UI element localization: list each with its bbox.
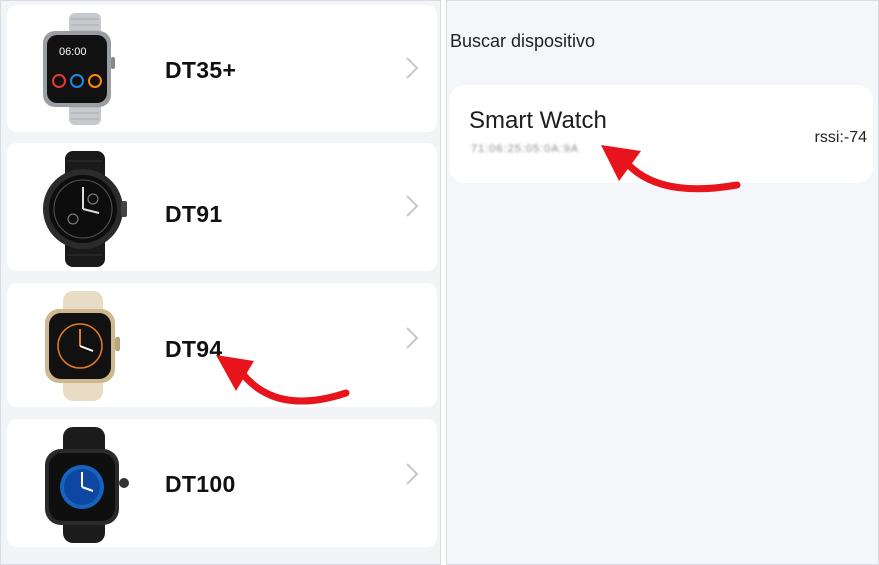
device-search-panel: Buscar dispositivo Smart Watch 71:06:25:… — [446, 0, 879, 565]
mesh-strap-square-watch-icon: 06:00 — [43, 13, 115, 125]
device-name: DT35+ — [165, 57, 237, 83]
chevron-right-icon — [406, 195, 419, 217]
round-black-watch-icon — [43, 151, 127, 267]
result-device-rssi: rssi:-74 — [814, 129, 867, 146]
device-name: DT100 — [165, 471, 236, 497]
chevron-right-icon — [406, 57, 419, 79]
search-result-smart-watch[interactable]: Smart Watch 71:06:25:05:0A:9A rssi:-74 — [449, 85, 873, 183]
device-name: DT94 — [165, 336, 223, 362]
device-name: DT91 — [165, 201, 223, 227]
beige-square-watch-icon — [45, 291, 120, 401]
device-item-dt91[interactable]: DT91 — [7, 143, 437, 271]
result-device-mac: 71:06:25:05:0A:9A — [471, 143, 580, 155]
device-model-list: 06:00 DT35+ DT91 DT94 DT100 — [0, 0, 441, 565]
chevron-right-icon — [406, 327, 419, 349]
black-square-watch-icon — [45, 427, 129, 543]
search-title: Buscar dispositivo — [450, 31, 596, 51]
device-item-dt100[interactable]: DT100 — [7, 419, 437, 547]
result-device-name: Smart Watch — [469, 107, 607, 134]
chevron-right-icon — [406, 463, 419, 485]
device-item-dt94[interactable]: DT94 — [7, 283, 437, 407]
svg-text:06:00: 06:00 — [59, 46, 87, 58]
device-item-dt35plus[interactable]: 06:00 DT35+ — [7, 5, 437, 132]
